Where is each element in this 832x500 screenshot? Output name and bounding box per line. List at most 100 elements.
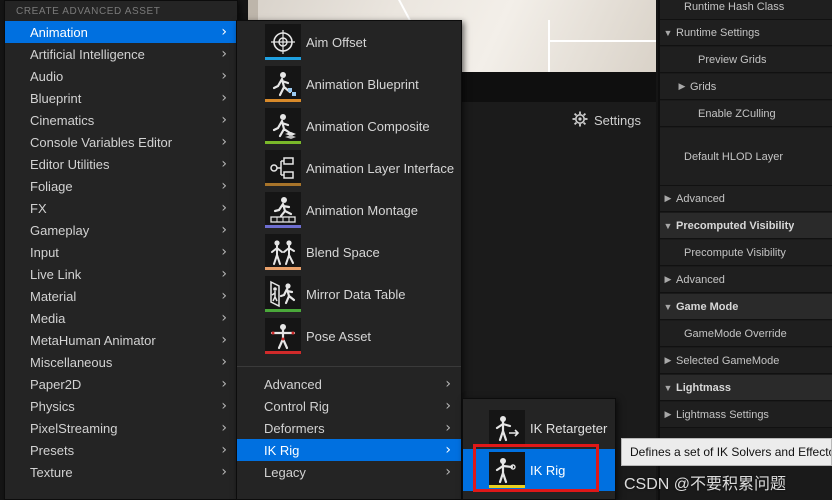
detail-category[interactable]: ▼ Precomputed Visibility [660,213,832,239]
menu-item-media[interactable]: Media › [5,307,237,329]
ik-rig-icon [489,452,525,488]
chevron-right-icon: › [445,464,451,480]
menu-header: CREATE ADVANCED ASSET [16,5,161,17]
chevron-right-icon: › [221,46,227,62]
animation-submenu: Aim Offset Animation Blueprint Animation… [236,20,462,500]
menu-item-metahuman-animator[interactable]: MetaHuman Animator › [5,329,237,351]
settings-label: Settings [594,112,641,128]
chevron-right-icon: › [221,112,227,128]
chevron-right-icon: › [221,464,227,480]
asset-color-stripe [265,57,301,60]
asset-item-animation-composite[interactable]: Animation Composite [237,105,461,147]
chevron-right-icon: › [221,442,227,458]
chevron-right-icon: › [445,442,451,458]
settings-button[interactable]: Settings [572,108,641,132]
detail-row[interactable]: ▶ Advanced [660,186,832,212]
chevron-down-icon: ▼ [663,27,673,38]
detail-category[interactable]: ▼ Lightmass [660,375,832,401]
asset-item-animation-montage[interactable]: Animation Montage [237,189,461,231]
asset-item-mirror-data-table[interactable]: Mirror Data Table [237,273,461,315]
chevron-right-icon: › [221,398,227,414]
detail-row[interactable]: ▼ Runtime Settings [660,20,832,46]
chevron-down-icon: ▼ [663,382,673,393]
chevron-right-icon: › [445,398,451,414]
menu-item-gameplay[interactable]: Gameplay › [5,219,237,241]
chevron-right-icon: › [445,420,451,436]
menu-item-blueprint[interactable]: Blueprint › [5,87,237,109]
menu-item-material[interactable]: Material › [5,285,237,307]
asset-item-animation-layer-interface[interactable]: Animation Layer Interface [237,147,461,189]
create-advanced-asset-menu: CREATE ADVANCED ASSET Animation › Artific… [4,0,238,500]
menu-item-paper2d[interactable]: Paper2D › [5,373,237,395]
tooltip: Defines a set of IK Solvers and Effector… [621,438,832,466]
animation-composite-icon [265,108,301,144]
chevron-right-icon: › [221,310,227,326]
details-panel: Runtime Hash Class ▼ Runtime Settings Pre… [658,0,832,500]
animation-montage-icon [265,192,301,228]
menu-item-live-link[interactable]: Live Link › [5,263,237,285]
menu-item-input[interactable]: Input › [5,241,237,263]
ik-retargeter-icon [489,410,525,446]
menu-item-fx[interactable]: FX › [5,197,237,219]
chevron-right-icon: › [221,178,227,194]
submenu-deformers[interactable]: Deformers › [237,417,461,439]
asset-item-ik-retargeter[interactable]: IK Retargeter [463,407,615,449]
detail-category[interactable]: ▼ Game Mode [660,294,832,320]
chevron-right-icon: › [221,244,227,260]
asset-item-ik-rig[interactable]: IK Rig [463,449,615,491]
menu-item-physics[interactable]: Physics › [5,395,237,417]
menu-item-pixelstreaming[interactable]: PixelStreaming › [5,417,237,439]
menu-item-editor-utilities[interactable]: Editor Utilities › [5,153,237,175]
detail-row[interactable]: GameMode Override [660,321,832,347]
chevron-right-icon: › [221,376,227,392]
chevron-right-icon: ▶ [664,193,672,203]
mirror-data-table-icon [265,276,301,312]
chevron-right-icon: › [221,200,227,216]
asset-item-aim-offset[interactable]: Aim Offset [237,21,461,63]
menu-item-artificial-intelligence[interactable]: Artificial Intelligence › [5,43,237,65]
menu-item-presets[interactable]: Presets › [5,439,237,461]
chevron-right-icon: › [221,288,227,304]
animation-blueprint-icon [265,66,301,102]
detail-row[interactable]: Enable ZCulling [660,101,832,127]
detail-row[interactable]: Runtime Hash Class [660,0,832,20]
asset-item-pose-asset[interactable]: Pose Asset [237,315,461,357]
menu-item-foliage[interactable]: Foliage › [5,175,237,197]
detail-row[interactable]: ▶ Selected GameMode [660,348,832,374]
pose-asset-icon [265,318,301,354]
detail-row[interactable]: Preview Grids [660,47,832,73]
submenu-ik-rig[interactable]: IK Rig › [237,439,461,461]
chevron-right-icon: › [221,134,227,150]
chevron-right-icon: ▶ [664,409,672,419]
detail-row[interactable]: ▶ Grids [660,74,832,100]
asset-item-blend-space[interactable]: Blend Space [237,231,461,273]
detail-row[interactable]: ▶ Advanced [660,267,832,293]
ik-rig-submenu: IK Retargeter IK Rig [462,398,616,500]
menu-separator [237,366,461,367]
gear-icon [572,111,588,130]
menu-item-animation[interactable]: Animation › [5,21,237,43]
chevron-right-icon: ▶ [664,355,672,365]
submenu-legacy[interactable]: Legacy › [237,461,461,483]
crosshair-icon [265,24,301,60]
chevron-down-icon: ▼ [663,220,673,231]
detail-row[interactable]: ▶ Lightmass Settings [660,402,832,428]
detail-row[interactable]: Default HLOD Layer [660,128,832,186]
chevron-right-icon: ▶ [664,274,672,284]
chevron-right-icon: › [221,156,227,172]
chevron-right-icon: › [221,90,227,106]
chevron-right-icon: › [445,376,451,392]
detail-row[interactable]: Precompute Visibility [660,240,832,266]
layer-interface-icon [265,150,301,186]
menu-item-console-variables-editor[interactable]: Console Variables Editor › [5,131,237,153]
menu-item-cinematics[interactable]: Cinematics › [5,109,237,131]
menu-item-texture[interactable]: Texture › [5,461,237,483]
asset-item-animation-blueprint[interactable]: Animation Blueprint [237,63,461,105]
submenu-advanced[interactable]: Advanced › [237,373,461,395]
chevron-right-icon: ▶ [678,81,686,91]
submenu-control-rig[interactable]: Control Rig › [237,395,461,417]
menu-item-miscellaneous[interactable]: Miscellaneous › [5,351,237,373]
chevron-right-icon: › [221,68,227,84]
menu-item-audio[interactable]: Audio › [5,65,237,87]
chevron-right-icon: › [221,420,227,436]
